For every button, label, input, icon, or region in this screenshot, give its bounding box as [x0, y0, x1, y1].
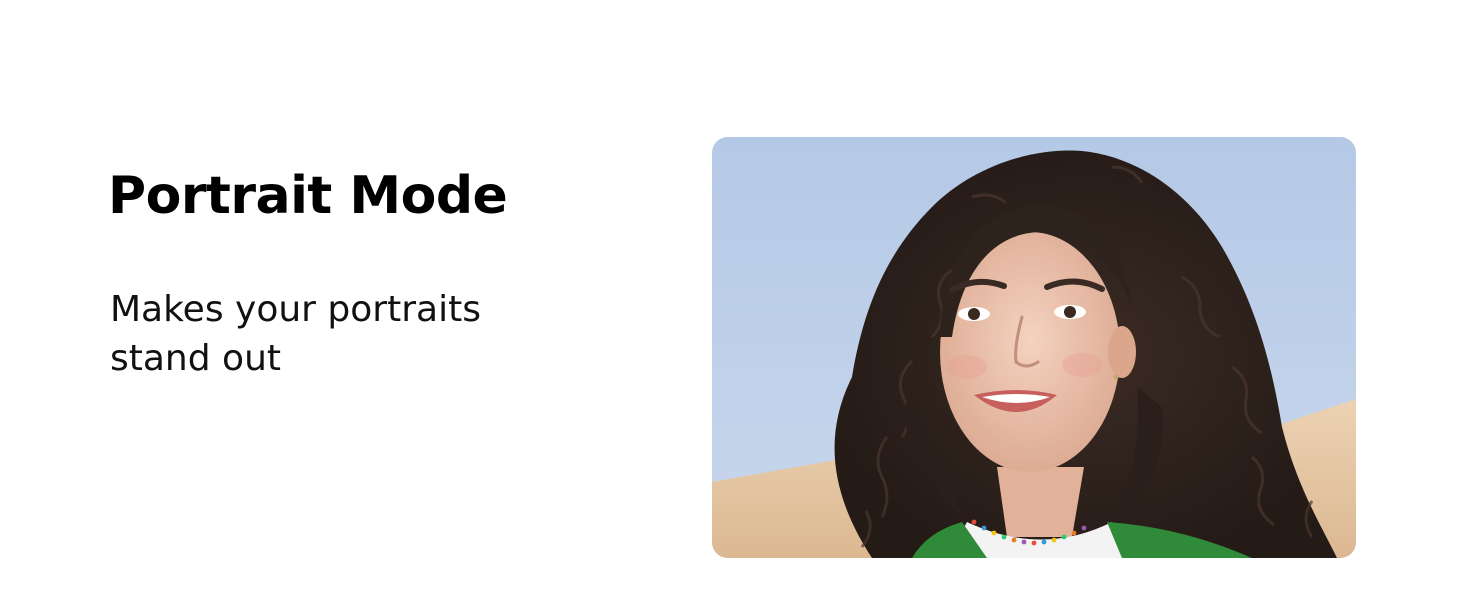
feature-subtitle: Makes your portraits stand out	[110, 289, 481, 379]
feature-text: Portrait Mode Makes your portraits stand…	[108, 160, 628, 383]
feature-title: Portrait Mode	[108, 166, 508, 226]
portrait-illustration	[712, 137, 1356, 558]
portrait-photo	[712, 137, 1356, 558]
